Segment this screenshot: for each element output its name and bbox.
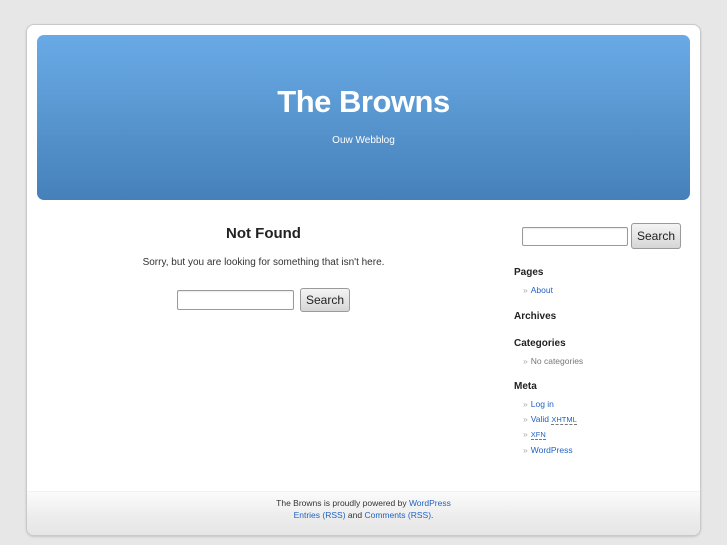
- login-link[interactable]: Log in: [531, 399, 554, 409]
- widget-title-pages: Pages: [514, 267, 544, 278]
- list-item: » WordPress: [523, 443, 694, 458]
- not-found-message: Sorry, but you are looking for something…: [142, 257, 385, 268]
- main-search-button[interactable]: Search: [299, 288, 351, 312]
- blog-description: Ouw Webblog: [332, 135, 395, 146]
- footer-feeds: Entries (RSS) and Comments (RSS).: [27, 509, 700, 521]
- categories-list: » No categories: [523, 354, 694, 369]
- bullet-icon: »: [523, 399, 528, 409]
- no-categories-text: No categories: [530, 355, 584, 366]
- main-search-input[interactable]: [176, 290, 294, 310]
- widget-title-meta: Meta: [514, 381, 537, 392]
- footer-credits: The Browns is proudly powered by WordPre…: [27, 497, 700, 509]
- wordpress-link[interactable]: WordPress: [531, 445, 573, 455]
- list-item: » Log in: [523, 397, 694, 412]
- widget-archives: Archives: [514, 311, 694, 322]
- page-container: The Browns Ouw Webblog Not Found Sorry, …: [26, 24, 701, 536]
- pages-list: » About: [523, 283, 694, 298]
- comments-rss-link[interactable]: Comments (RSS): [364, 510, 431, 520]
- widget-meta: Meta » Log in » Valid XHTML » XFN » WordPres…: [514, 381, 694, 457]
- sidebar-search-form: Search: [522, 223, 694, 249]
- bullet-icon: »: [523, 444, 528, 455]
- bullet-icon: »: [523, 285, 528, 295]
- main-search-form: Search: [57, 288, 470, 312]
- bullet-icon: »: [523, 429, 528, 439]
- footer: The Browns is proudly powered by WordPre…: [27, 491, 700, 535]
- meta-list: » Log in » Valid XHTML » XFN » WordPress: [523, 397, 694, 457]
- footer-end-text: .: [431, 510, 434, 520]
- sidebar: Search Pages » About Archives Categories …: [514, 223, 694, 457]
- xfn-abbr: XFN: [530, 430, 546, 440]
- bullet-icon: »: [523, 413, 528, 424]
- footer-and-text: and: [345, 510, 365, 520]
- entries-rss-link[interactable]: Entries (RSS): [294, 510, 346, 520]
- list-item: » Valid XHTML: [523, 412, 694, 428]
- xhtml-abbr: XHTML: [551, 414, 577, 425]
- widget-title-categories: Categories: [514, 337, 566, 349]
- header-banner: The Browns Ouw Webblog: [37, 35, 690, 200]
- page-title: Not Found: [226, 225, 301, 242]
- widget-categories: Categories » No categories: [514, 338, 694, 369]
- sidebar-search-button[interactable]: Search: [631, 223, 682, 249]
- widget-title-archives: Archives: [514, 310, 557, 322]
- list-item: » No categories: [523, 354, 694, 369]
- sidebar-search-input[interactable]: [522, 226, 628, 246]
- page-link-about[interactable]: About: [531, 285, 553, 295]
- bullet-icon: »: [523, 355, 528, 366]
- main-content: Not Found Sorry, but you are looking for…: [57, 225, 470, 312]
- valid-xhtml-link[interactable]: Valid XHTML: [530, 413, 577, 425]
- valid-text: Valid: [530, 413, 552, 424]
- footer-wordpress-link[interactable]: WordPress: [409, 498, 451, 508]
- blog-title[interactable]: The Browns: [37, 84, 690, 120]
- xfn-link[interactable]: XFN: [530, 429, 546, 440]
- widget-pages: Pages » About: [514, 267, 694, 298]
- list-item: » XFN: [523, 427, 694, 443]
- footer-powered-text: The Browns is proudly powered by: [276, 498, 409, 508]
- list-item: » About: [523, 283, 694, 298]
